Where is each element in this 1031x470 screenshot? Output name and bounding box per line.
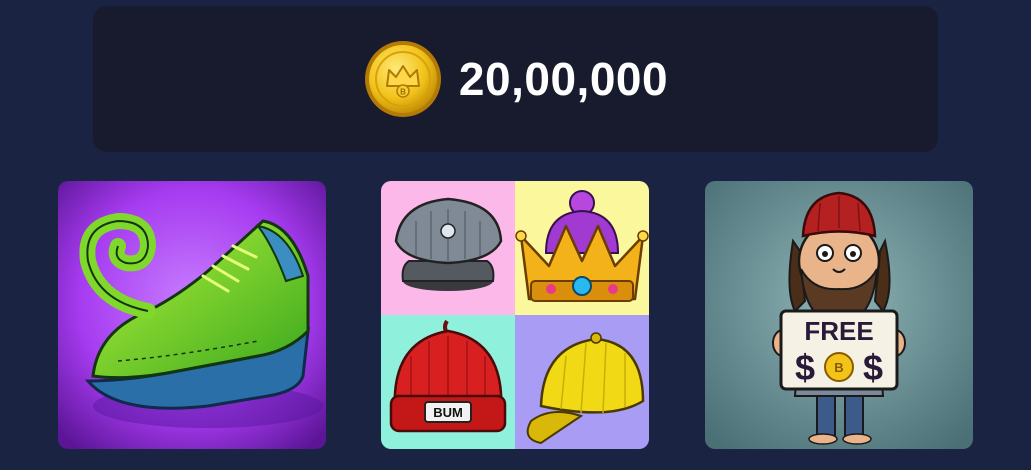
balance-amount: 20,00,000 (458, 53, 669, 105)
bum-sign-free-text: FREE (804, 316, 873, 346)
hat-collection-image: BUM (381, 181, 649, 449)
bum-item-card[interactable]: FREE $ $ B (705, 181, 973, 449)
svg-text:$: $ (795, 347, 815, 388)
svg-text:$: $ (863, 347, 883, 388)
bum-hat-label: BUM (433, 405, 463, 420)
svg-text:B: B (400, 88, 406, 97)
svg-text:B: B (834, 360, 843, 375)
shoe-item-card[interactable] (58, 181, 326, 449)
bum-character-image: FREE $ $ B (705, 181, 973, 449)
coin-icon: B (364, 41, 441, 117)
hats-item-card[interactable]: BUM (381, 181, 649, 449)
balance-panel: B 20,00,000 (93, 6, 938, 152)
curly-shoe-image (58, 181, 326, 449)
grey-knit-cap-icon (394, 197, 503, 291)
screen: B 20,00,000 BUM FREE $ $ B (0, 0, 1031, 470)
